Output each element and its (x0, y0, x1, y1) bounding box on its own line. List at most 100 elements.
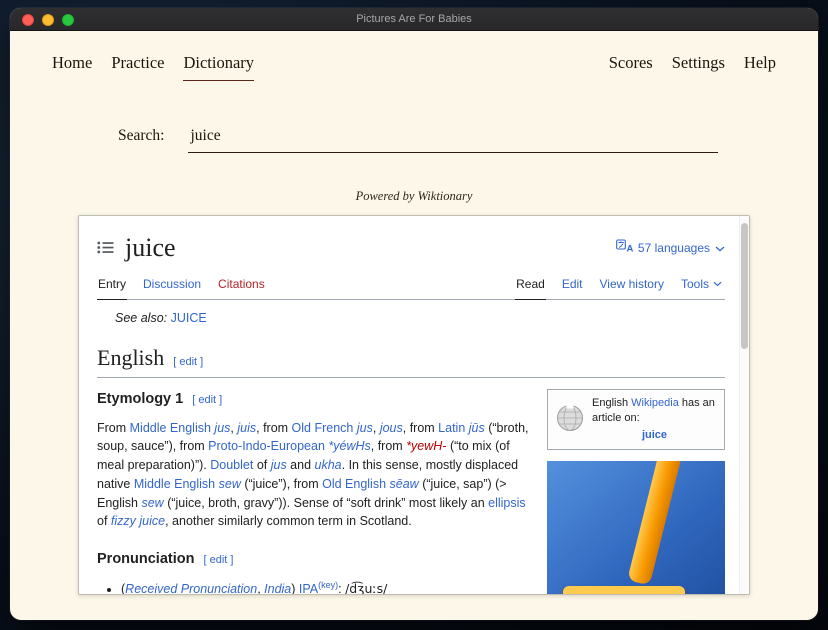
juice-pour-stream (627, 461, 686, 586)
wiki-link[interactable]: Wikipedia (631, 397, 679, 409)
text-run: From (97, 421, 130, 435)
wiki-link[interactable]: *yewH- (406, 439, 446, 453)
edit-link[interactable]: [ edit ] (203, 552, 233, 569)
wiki-link[interactable]: *yéwHs (328, 439, 370, 453)
powered-by-text: Powered by Wiktionary (10, 189, 818, 204)
wiki-link[interactable]: Proto-Indo-European (208, 439, 325, 453)
tab-edit[interactable]: Edit (561, 271, 584, 299)
window-title: Pictures Are For Babies (356, 13, 472, 25)
wiki-link[interactable]: ukha (315, 458, 342, 472)
text-run: , from (371, 439, 406, 453)
languages-count-label: 57 languages (638, 239, 710, 257)
see-also-line: See also: JUICE (115, 309, 725, 328)
tab-tools[interactable]: Tools (680, 271, 723, 299)
etymology-heading-text: Etymology 1 (97, 389, 183, 411)
minimize-button[interactable] (42, 14, 54, 26)
wiki-link[interactable]: fizzy juice (111, 514, 165, 528)
nav-settings[interactable]: Settings (672, 53, 725, 81)
traffic-lights (22, 14, 74, 26)
text-run: and (287, 458, 315, 472)
text-run: English (592, 397, 631, 409)
section-divider (97, 377, 725, 378)
wiki-link[interactable]: jus (357, 421, 373, 435)
languages-icon: A (616, 239, 633, 257)
juice-photo (547, 461, 725, 594)
wiki-link[interactable]: sew (219, 477, 241, 491)
entry-title: juice (125, 228, 176, 267)
zoom-button[interactable] (62, 14, 74, 26)
titlebar[interactable]: Pictures Are For Babies (10, 8, 818, 31)
search-input[interactable] (188, 127, 718, 153)
juice-foam (563, 586, 685, 594)
pronunciation-heading: Pronunciation [ edit ] (97, 549, 533, 571)
dictionary-result-panel: juice A 57 languages (78, 215, 750, 595)
scrollbar-thumb[interactable] (741, 223, 748, 349)
wiki-link[interactable]: Old English (322, 477, 386, 491)
text-run: , from (403, 421, 438, 435)
wiki-link[interactable]: sēaw (390, 477, 419, 491)
edit-link[interactable]: [ edit ] (192, 392, 222, 409)
text-run: ) (291, 582, 299, 594)
wiki-link[interactable]: jūs (469, 421, 485, 435)
wiki-link[interactable]: (key) (318, 580, 338, 590)
text-run: of (253, 458, 270, 472)
nav-home[interactable]: Home (52, 53, 92, 81)
wiki-link[interactable]: sew (141, 496, 163, 510)
close-button[interactable] (22, 14, 34, 26)
see-also-label: See also: (115, 311, 167, 325)
infobox-text: English Wikipedia has an article on: jui… (592, 396, 717, 444)
tab-citations[interactable]: Citations (217, 271, 266, 299)
see-also-link[interactable]: JUICE (171, 311, 207, 325)
tab-discussion[interactable]: Discussion (142, 271, 202, 299)
text-run: , (373, 421, 380, 435)
text-run: (“juice, broth, gravy”)). Sense of “soft… (164, 496, 488, 510)
entry-content: English Wikipedia has an article on: jui… (97, 389, 725, 594)
wiki-link[interactable]: Old French (292, 421, 354, 435)
text-run: , another similarly common term in Scotl… (165, 514, 412, 528)
wiki-link[interactable]: jus (214, 421, 230, 435)
wiki-link[interactable]: India (264, 582, 291, 594)
juice-glass (563, 593, 685, 594)
nav-scores[interactable]: Scores (609, 53, 653, 81)
wiki-link[interactable]: Middle English (134, 477, 215, 491)
app-body: Home Practice Dictionary Scores Settings… (10, 31, 818, 620)
nav-left: Home Practice Dictionary (52, 53, 254, 81)
wiki-link[interactable]: Doublet (210, 458, 253, 472)
main-nav: Home Practice Dictionary Scores Settings… (52, 53, 776, 81)
panel-scrollbar[interactable] (739, 216, 749, 594)
menu-icon[interactable] (97, 241, 114, 254)
language-heading-text: English (97, 341, 164, 374)
wiki-link[interactable]: Middle English (130, 421, 211, 435)
language-selector[interactable]: A 57 languages (616, 239, 725, 257)
wiki-link[interactable]: juis (237, 421, 256, 435)
text-run: , from (256, 421, 291, 435)
wiki-link[interactable]: IPA (299, 582, 318, 594)
language-section-heading: English [ edit ] (97, 341, 725, 374)
wiki-header: juice A 57 languages (97, 228, 725, 267)
wiki-link[interactable]: jous (380, 421, 403, 435)
wiki-tabbar-right: Read Edit View history Tools (515, 271, 725, 299)
app-window: Pictures Are For Babies Home Practice Di… (10, 8, 818, 620)
wiki-link[interactable]: ellipsis (488, 496, 526, 510)
tab-read[interactable]: Read (515, 271, 546, 300)
nav-practice[interactable]: Practice (111, 53, 164, 81)
text-run: of (97, 514, 111, 528)
nav-help[interactable]: Help (744, 53, 776, 81)
edit-link[interactable]: [ edit ] (173, 354, 203, 371)
infobox-article-link[interactable]: juice (592, 428, 717, 443)
wiktionary-page: juice A 57 languages (79, 216, 739, 594)
chevron-down-icon (715, 239, 725, 257)
text-run: /d͡ʒuːs/ (345, 581, 387, 594)
nav-right: Scores Settings Help (609, 53, 776, 81)
tab-entry[interactable]: Entry (97, 271, 127, 300)
tab-view-history[interactable]: View history (599, 271, 665, 299)
text-run: (“juice”), from (241, 477, 322, 491)
wiki-link[interactable]: jus (271, 458, 287, 472)
nav-dictionary[interactable]: Dictionary (183, 53, 254, 81)
infobox-rich-text: English Wikipedia has an article on: (592, 397, 715, 424)
wikipedia-infobox: English Wikipedia has an article on: jui… (547, 389, 725, 451)
wiki-link[interactable]: Latin (438, 421, 465, 435)
pronunciation-heading-text: Pronunciation (97, 549, 194, 571)
svg-text:A: A (626, 243, 633, 252)
wiki-link[interactable]: Received Pronunciation (125, 582, 257, 594)
